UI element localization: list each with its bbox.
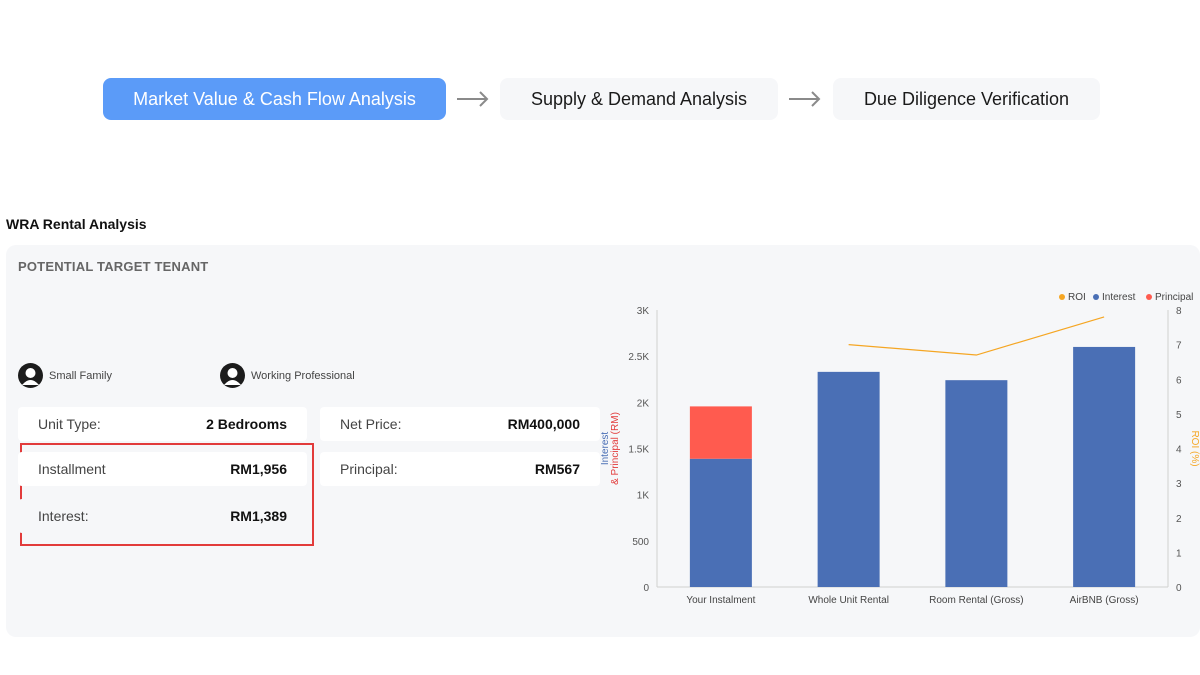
principal-row: Principal: RM567 <box>320 452 600 486</box>
x-tick-label: Room Rental (Gross) <box>929 595 1023 606</box>
y-tick-label: 1K <box>637 491 650 502</box>
row-label: Net Price: <box>340 416 402 432</box>
net-price-row: Net Price: RM400,000 <box>320 407 600 441</box>
x-tick-label: Whole Unit Rental <box>808 595 889 606</box>
bar-interest <box>689 458 752 587</box>
user-avatar-icon <box>220 363 245 388</box>
y2-tick-label: 6 <box>1176 375 1182 386</box>
y-tick-label: 3K <box>637 306 650 317</box>
row-label: Principal: <box>340 461 398 477</box>
y-tick-label: 500 <box>632 537 649 548</box>
process-stepper: Market Value & Cash Flow Analysis Supply… <box>0 78 1200 120</box>
y-axis-title: & Principal (RM) <box>610 412 621 485</box>
y2-axis-title: ROI (%) <box>1189 430 1200 466</box>
bar-interest <box>1073 346 1136 587</box>
step-supply-demand[interactable]: Supply & Demand Analysis <box>500 78 778 120</box>
tenant-label: Small Family <box>49 369 112 382</box>
bar-interest <box>817 371 880 587</box>
legend-label: Principal <box>1155 292 1193 303</box>
y-tick-label: 2K <box>637 398 650 409</box>
x-tick-label: AirBNB (Gross) <box>1070 595 1139 606</box>
legend-dot <box>1059 294 1065 300</box>
interest-row: Interest: RM1,389 <box>18 499 307 533</box>
panel-title: POTENTIAL TARGET TENANT <box>18 259 209 274</box>
roi-line <box>848 316 1105 356</box>
y-tick-label: 0 <box>643 583 649 594</box>
tenant-working-professional: Working Professional <box>220 363 355 388</box>
installment-row: Installment RM1,956 <box>18 452 307 486</box>
y2-tick-label: 2 <box>1176 514 1182 525</box>
y2-tick-label: 5 <box>1176 410 1182 421</box>
y2-tick-label: 0 <box>1176 583 1182 594</box>
tenant-label: Working Professional <box>251 369 355 382</box>
arrow-right-icon <box>457 91 489 107</box>
user-avatar-icon <box>18 363 43 388</box>
tenant-small-family: Small Family <box>18 363 112 388</box>
x-tick-label: Your Instalment <box>686 595 755 606</box>
y2-tick-label: 3 <box>1176 479 1182 490</box>
row-value: RM1,389 <box>230 508 287 524</box>
row-value: RM567 <box>534 461 580 477</box>
row-value: RM400,000 <box>507 416 580 432</box>
row-value: 2 Bedrooms <box>206 416 287 432</box>
row-label: Installment <box>38 461 106 477</box>
row-label: Interest: <box>38 508 89 524</box>
bar-principal <box>689 406 752 459</box>
y2-tick-label: 7 <box>1176 341 1182 352</box>
section-title: WRA Rental Analysis <box>6 216 147 232</box>
y-tick-label: 1.5K <box>628 445 649 456</box>
legend-dot <box>1146 294 1152 300</box>
y-tick-label: 2.5K <box>628 352 649 363</box>
legend-dot <box>1093 294 1099 300</box>
legend-label: Interest <box>1102 292 1136 303</box>
legend-label: ROI <box>1068 292 1086 303</box>
bar-interest <box>945 380 1008 587</box>
row-label: Unit Type: <box>38 416 101 432</box>
unit-type-row: Unit Type: 2 Bedrooms <box>18 407 307 441</box>
step-due-diligence[interactable]: Due Diligence Verification <box>833 78 1100 120</box>
arrow-right-icon <box>789 91 821 107</box>
step-market-value[interactable]: Market Value & Cash Flow Analysis <box>103 78 446 120</box>
y2-tick-label: 8 <box>1176 306 1182 317</box>
y2-tick-label: 1 <box>1176 548 1182 559</box>
row-value: RM1,956 <box>230 461 287 477</box>
y2-tick-label: 4 <box>1176 445 1182 456</box>
rental-comparison-chart: 0 500 1K 1.5K 2K 2.5K 3K 0 1 2 3 4 5 6 7 8 Your Instalme… <box>600 292 1200 606</box>
